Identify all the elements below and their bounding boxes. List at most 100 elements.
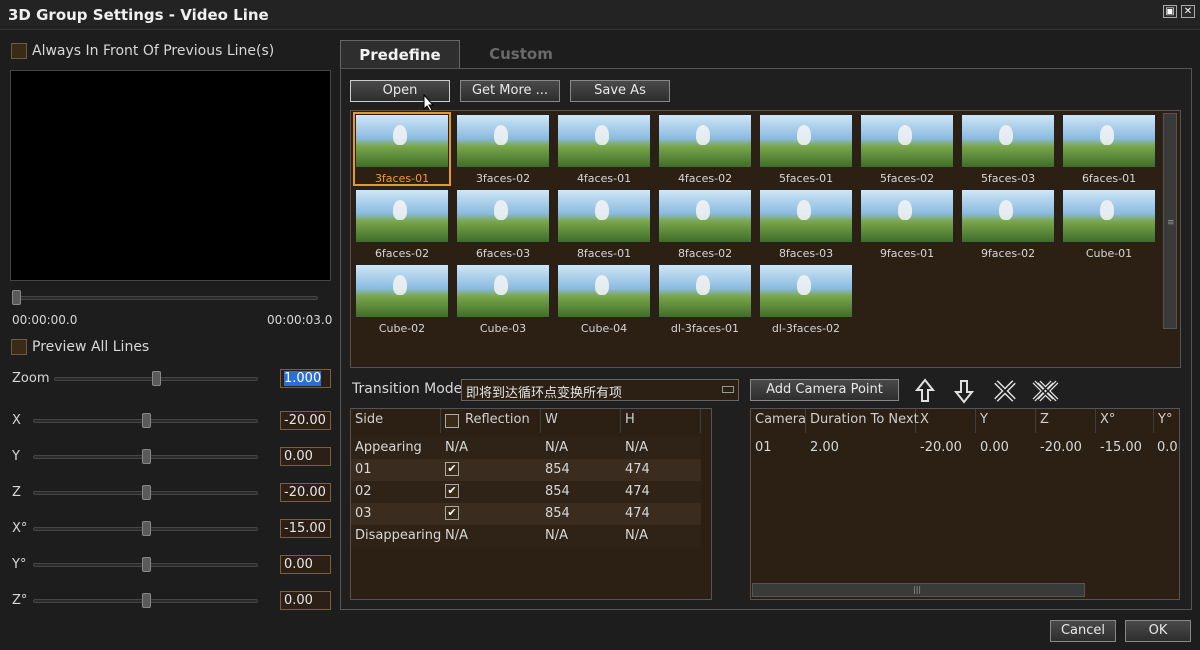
table-row[interactable]: 01 ✔ 854 474 [351, 459, 701, 481]
move-up-icon[interactable] [914, 378, 936, 404]
zoom-field[interactable]: 1.000 [280, 369, 331, 388]
preset-thumbnail[interactable]: 8faces-01 [556, 188, 652, 260]
preset-preview-image [355, 189, 449, 243]
preset-preview-image [658, 189, 752, 243]
zoom-slider-thumb[interactable] [152, 371, 161, 386]
z-deg-label: Z° [12, 593, 28, 608]
preset-name: 4faces-02 [677, 172, 733, 185]
y-field[interactable]: 0.00 [280, 447, 331, 466]
add-camera-point-button[interactable]: Add Camera Point [750, 379, 899, 401]
reflection-checkbox[interactable]: ✔ [445, 484, 459, 498]
preset-preview-image [759, 264, 853, 318]
table-row[interactable]: 01 2.00 -20.00 0.00 -20.00 -15.00 0.0 [751, 437, 1179, 459]
always-front-checkbox[interactable] [11, 43, 27, 59]
z-value: -20.00 [284, 485, 326, 500]
preset-thumbnail[interactable]: Cube-01 [1061, 188, 1157, 260]
preset-thumbnail[interactable]: 8faces-03 [758, 188, 854, 260]
cancel-button[interactable]: Cancel [1050, 620, 1116, 642]
cell-refl: N/A [445, 440, 468, 455]
col-h[interactable]: H [621, 409, 701, 433]
y-value: 0.00 [284, 449, 313, 464]
reflection-checkbox[interactable]: ✔ [445, 462, 459, 476]
col-w[interactable]: W [541, 409, 621, 433]
tab-predefine[interactable]: Predefine [340, 40, 460, 70]
preset-thumbnail[interactable]: 3faces-01 [353, 112, 451, 186]
transition-mode-select[interactable]: 即将到达循环点变换所有项 [461, 379, 739, 401]
preset-thumbnail[interactable]: Cube-04 [556, 263, 652, 335]
preset-thumbnail[interactable]: 6faces-03 [455, 188, 551, 260]
preset-thumbnail[interactable]: 5faces-03 [960, 113, 1056, 185]
preset-preview-image [456, 264, 550, 318]
cell-h: N/A [625, 440, 648, 455]
table-row[interactable]: 02 ✔ 854 474 [351, 481, 701, 503]
col-camera[interactable]: Camera [751, 409, 806, 433]
x-deg-field[interactable]: -15.00 [280, 519, 331, 538]
col-x-deg[interactable]: X° [1096, 409, 1154, 433]
preset-thumbnail[interactable]: 4faces-01 [556, 113, 652, 185]
preset-thumbnail[interactable]: 8faces-02 [657, 188, 753, 260]
preset-thumbnail[interactable]: 9faces-02 [960, 188, 1056, 260]
table-row[interactable]: Disappearing N/A N/A N/A [351, 525, 701, 547]
cell-w: N/A [545, 528, 568, 543]
always-front-label: Always In Front Of Previous Line(s) [32, 43, 275, 59]
ok-button[interactable]: OK [1125, 620, 1191, 642]
preset-preview-image [355, 114, 449, 168]
preset-name: 6faces-02 [374, 247, 430, 260]
preset-name: Cube-02 [378, 322, 426, 335]
col-duration[interactable]: Duration To Next [806, 409, 919, 433]
x-value: -20.00 [284, 413, 326, 428]
z-deg-field[interactable]: 0.00 [280, 591, 331, 610]
tab-custom[interactable]: Custom [462, 40, 580, 70]
x-slider-thumb[interactable] [141, 413, 151, 428]
preset-thumbnail[interactable]: Cube-02 [354, 263, 450, 335]
col-x[interactable]: X [916, 409, 976, 433]
y-slider-thumb[interactable] [141, 449, 151, 464]
cell-yd: 0.0 [1157, 440, 1178, 455]
preset-thumbnail[interactable]: 5faces-01 [758, 113, 854, 185]
preset-thumbnail[interactable]: dl-3faces-01 [657, 263, 753, 335]
preset-name: dl-3faces-02 [771, 322, 841, 335]
x-field[interactable]: -20.00 [280, 411, 331, 430]
z-slider-thumb[interactable] [141, 485, 151, 500]
get-more-button[interactable]: Get More ... [460, 80, 560, 102]
cell-h: N/A [625, 528, 648, 543]
save-as-button[interactable]: Save As [570, 80, 670, 102]
dropdown-icon[interactable] [722, 386, 734, 393]
y-label: Y [12, 449, 20, 464]
open-button[interactable]: Open [350, 80, 450, 102]
cell-side: 01 [355, 462, 372, 477]
x-deg-slider-thumb[interactable] [141, 521, 151, 536]
preset-thumbnail[interactable]: 6faces-02 [354, 188, 450, 260]
col-y-deg[interactable]: Y° [1154, 409, 1179, 433]
timeline-thumb[interactable] [12, 290, 21, 305]
timeline-slider[interactable] [12, 296, 318, 300]
preview-all-checkbox[interactable] [11, 339, 27, 355]
y-deg-slider-thumb[interactable] [141, 557, 151, 572]
col-side[interactable]: Side [351, 409, 441, 433]
preset-thumbnail[interactable]: 6faces-01 [1061, 113, 1157, 185]
preset-thumbnail[interactable]: 9faces-01 [859, 188, 955, 260]
move-down-icon[interactable] [953, 378, 975, 404]
reflection-checkbox[interactable]: ✔ [445, 506, 459, 520]
preset-thumbnail[interactable]: dl-3faces-02 [758, 263, 854, 335]
preset-preview-image [860, 189, 954, 243]
restore-icon[interactable]: ▣ [1163, 5, 1177, 18]
z-field[interactable]: -20.00 [280, 483, 331, 502]
col-y[interactable]: Y [976, 409, 1036, 433]
reflection-all-checkbox[interactable] [445, 414, 459, 428]
preset-thumbnail[interactable]: 3faces-02 [455, 113, 551, 185]
preset-thumbnail[interactable]: Cube-03 [455, 263, 551, 335]
preset-name: 5faces-03 [980, 172, 1036, 185]
z-deg-slider-thumb[interactable] [141, 593, 151, 608]
table-row[interactable]: Appearing N/A N/A N/A [351, 437, 701, 459]
y-deg-field[interactable]: 0.00 [280, 555, 331, 574]
close-icon[interactable]: ✕ [1181, 5, 1195, 18]
delete-icon[interactable] [992, 378, 1018, 404]
delete-all-icon[interactable] [1030, 378, 1060, 404]
preset-thumbnail[interactable]: 5faces-02 [859, 113, 955, 185]
col-z[interactable]: Z [1036, 409, 1096, 433]
preset-preview-image [658, 114, 752, 168]
cell-x: -20.00 [920, 440, 962, 455]
table-row[interactable]: 03 ✔ 854 474 [351, 503, 701, 525]
preset-thumbnail[interactable]: 4faces-02 [657, 113, 753, 185]
